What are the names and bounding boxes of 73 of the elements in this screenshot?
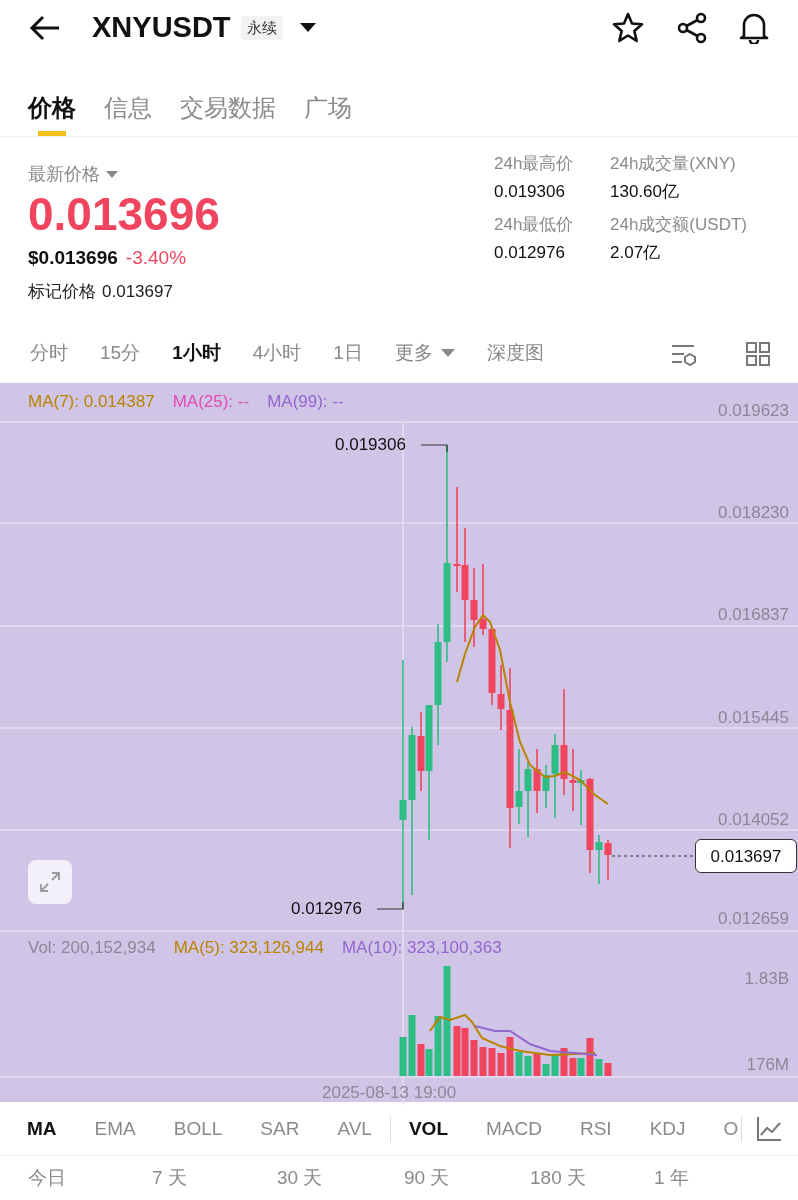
axis-label: 0.015445 [718,708,789,729]
volume-legend: MA(10): 323,100,363 [341,935,502,961]
symbol-title: XNYUSDT [92,10,231,46]
current-price-tag: 0.013697 [695,839,797,874]
tab[interactable]: 交易数据 [180,56,276,137]
axis-label: 0.016837 [718,605,789,626]
stat-label: 24h最低价 [494,214,575,237]
tab[interactable]: 价格 [28,56,76,137]
price-change: -3.40% [125,246,187,271]
indicator-tab[interactable]: KDJ [649,1114,686,1144]
expand-button[interactable] [28,860,72,905]
share-icon[interactable] [676,11,708,44]
indicator-tab[interactable]: VOL [408,1114,448,1144]
period-option[interactable]: 今日 [28,1163,66,1193]
star-icon[interactable] [612,12,644,44]
axis-label: 176M [746,1055,789,1076]
stat-label: 24h成交额(USDT) [610,214,748,237]
axis-label: 1.83B [744,969,789,990]
leader-line [376,901,404,911]
leader-line [420,444,448,454]
indicator-tab[interactable]: SAR [260,1114,300,1144]
tab[interactable]: 信息 [104,56,152,137]
line-chart-icon[interactable] [756,1115,782,1142]
axis-label: 0.018230 [718,503,789,524]
ma-legend: MA(99): -- [267,389,344,415]
mark-price: 0.013697 [102,280,173,303]
interval-tab[interactable]: 1日 [333,339,363,368]
indicator-tab[interactable]: BOLL [173,1114,223,1144]
contract-tag: 永续 [240,15,283,41]
axis-label: 0.019623 [718,401,789,422]
stat-value: 2.07亿 [610,241,662,264]
bell-icon[interactable] [738,11,770,45]
period-option[interactable]: 90 天 [404,1163,450,1193]
mark-price-label: 标记价格 [28,280,96,303]
indicator-tab[interactable]: O [723,1114,739,1144]
high-price-label: 0.019306 [335,435,406,456]
period-option[interactable]: 180 天 [530,1163,586,1193]
interval-tab[interactable]: 深度图 [486,339,544,368]
interval-tab[interactable]: 更多 [394,339,455,368]
usd-price: $0.013696 [28,246,118,271]
stat-label: 24h成交量(XNY) [610,153,737,176]
period-option[interactable]: 7 天 [152,1163,187,1193]
price-label: 最新价格 [28,163,100,187]
volume-legend: MA(5): 323,126,944 [173,935,324,961]
interval-tab[interactable]: 4小时 [252,339,302,368]
stat-value: 0.019306 [494,180,566,203]
tab-indicator [38,131,66,137]
caret-icon[interactable] [298,22,317,34]
low-price-label: 0.012976 [291,899,362,920]
tab[interactable]: 广场 [304,56,352,137]
expand-icon [38,870,62,895]
last-price: 0.013696 [28,188,221,241]
period-option[interactable]: 30 天 [277,1163,323,1193]
axis-label: 0.014052 [718,810,789,831]
grid-icon[interactable] [746,341,770,366]
indicator-tab[interactable]: MA [27,1114,57,1144]
stat-label: 24h最高价 [494,153,575,176]
interval-tab[interactable]: 分时 [30,339,68,368]
indicator-tab[interactable]: EMA [94,1114,136,1144]
ma-legend: MA(25): -- [172,389,250,415]
time-label: 2025-08-13 19:00 [322,1083,457,1104]
axis-label: 0.012659 [718,909,789,930]
ma-legend: MA(7): 0.014387 [28,389,155,415]
interval-tab[interactable]: 15分 [100,339,141,368]
period-option[interactable]: 1 年 [654,1163,689,1193]
indicator-tab[interactable]: MACD [486,1114,542,1144]
stat-value: 0.012976 [494,241,566,264]
caret-icon [440,349,455,359]
volume-legend: Vol: 200,152,934 [28,935,156,961]
stat-value: 130.60亿 [610,180,680,203]
interval-tab[interactable]: 1小时 [172,339,221,368]
indicator-tab[interactable]: RSI [579,1114,612,1144]
indicator-tab[interactable]: AVL [337,1114,372,1144]
